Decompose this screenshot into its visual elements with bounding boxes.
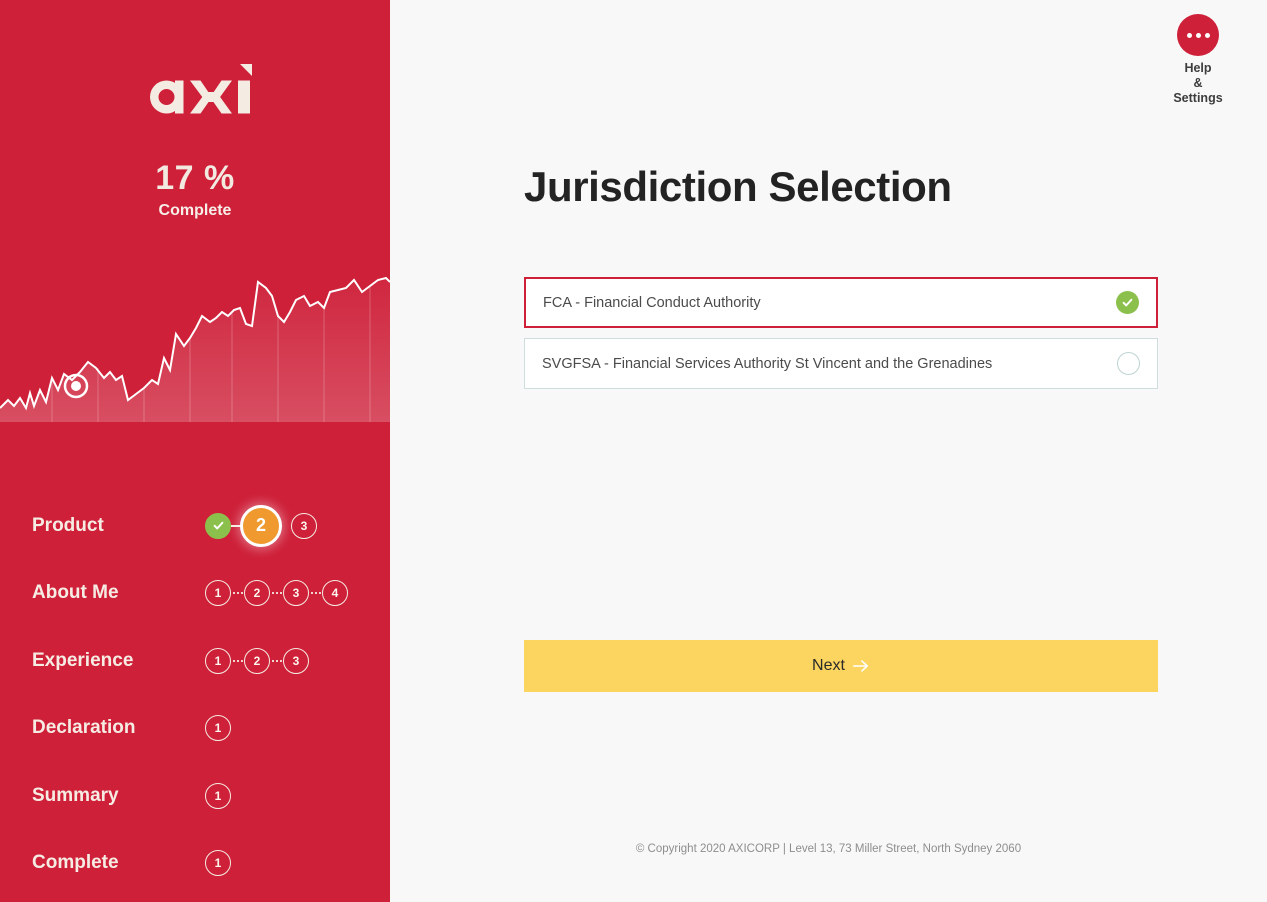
step-dot[interactable]: 1 [205, 647, 231, 674]
next-button-label: Next [812, 657, 845, 674]
option-label: FCA - Financial Conduct Authority [543, 294, 761, 311]
next-button[interactable]: Next [524, 640, 1158, 692]
step-dot-group: 1 [205, 850, 231, 877]
ellipsis-dot [1186, 32, 1192, 38]
option-label: SVGFSA - Financial Services Authority St… [542, 355, 993, 372]
sidebar-step-about-me[interactable]: About Me 1 2 3 4 [0, 560, 390, 628]
progress-percent: 17 % [155, 159, 235, 197]
step-dot[interactable]: 2 [244, 580, 270, 607]
option-row-fca[interactable]: FCA - Financial Conduct Authority [524, 277, 1158, 328]
step-dot-group: 1 [205, 715, 231, 742]
sidebar-step-complete[interactable]: Complete 1 [0, 830, 390, 898]
step-dot[interactable]: 3 [291, 512, 317, 539]
check-icon [213, 522, 223, 530]
step-dot-active[interactable]: 2 [240, 504, 282, 547]
help-label-line3: Settings [1173, 91, 1223, 105]
sidebar-step-summary[interactable]: Summary 1 [0, 762, 390, 830]
main-content: Help & Settings Jurisdiction Selection F… [390, 0, 1267, 902]
help-and-settings-button[interactable]: Help & Settings [1151, 14, 1245, 106]
progress-indicator: 17 % Complete [0, 158, 390, 222]
step-label: Experience [32, 649, 134, 671]
progress-label: Complete [158, 202, 232, 219]
sidebar: 17 % Complete Product 2 3 About Me 1 2 3… [0, 0, 390, 902]
step-dot-group: 1 2 3 [205, 647, 309, 674]
ellipsis-dot [1204, 32, 1210, 38]
sidebar-step-declaration[interactable]: Declaration 1 [0, 695, 390, 763]
step-dot-group: 1 [205, 782, 231, 809]
step-dot[interactable]: 3 [283, 580, 309, 607]
check-icon [1122, 298, 1133, 307]
step-dot[interactable]: 1 [205, 782, 231, 809]
ellipsis-icon[interactable] [1177, 14, 1219, 56]
arrow-right-icon [852, 660, 869, 672]
check-circle-icon[interactable] [1116, 291, 1139, 314]
step-connector [270, 659, 283, 662]
axi-logo-icon [149, 64, 252, 114]
radio-empty-icon[interactable] [1117, 352, 1140, 375]
step-dot[interactable]: 3 [283, 647, 309, 674]
jurisdiction-options-list: FCA - Financial Conduct Authority SVGFSA… [524, 277, 1158, 389]
decorative-chart [0, 250, 390, 432]
step-dot[interactable]: 1 [205, 580, 231, 607]
step-dot[interactable]: 4 [322, 580, 348, 607]
step-connector [231, 592, 244, 595]
step-dot[interactable]: 1 [205, 715, 231, 742]
option-row-svgfsa[interactable]: SVGFSA - Financial Services Authority St… [524, 338, 1158, 389]
sidebar-step-product[interactable]: Product 2 3 [0, 492, 390, 560]
footer-copyright: © Copyright 2020 AXICORP | Level 13, 73 … [635, 843, 1022, 855]
step-dot-done[interactable] [205, 512, 231, 539]
step-dot[interactable]: 2 [244, 647, 270, 674]
step-label: Declaration [32, 717, 136, 739]
step-navigation: Product 2 3 About Me 1 2 3 4 Experience … [0, 492, 390, 897]
step-label: Complete [32, 852, 119, 874]
step-connector [270, 592, 283, 595]
step-dot[interactable]: 1 [205, 850, 231, 877]
ellipsis-dot [1195, 32, 1201, 38]
step-label: About Me [32, 582, 119, 604]
step-connector [231, 659, 244, 662]
step-dot-group: 2 3 [205, 504, 317, 547]
step-label: Product [32, 514, 104, 536]
step-label: Summary [32, 784, 119, 806]
help-label-line1: Help [1184, 61, 1212, 75]
step-dot-group: 1 2 3 4 [205, 580, 348, 607]
brand-logo [0, 62, 390, 129]
chart-line-graphic [0, 276, 390, 432]
help-label-line2: & [1193, 76, 1203, 90]
page-title: Jurisdiction Selection [524, 163, 952, 210]
progress-marker-dot [71, 381, 81, 391]
help-and-settings-label: Help & Settings [1151, 61, 1245, 106]
sidebar-step-experience[interactable]: Experience 1 2 3 [0, 627, 390, 695]
step-connector [309, 592, 322, 595]
